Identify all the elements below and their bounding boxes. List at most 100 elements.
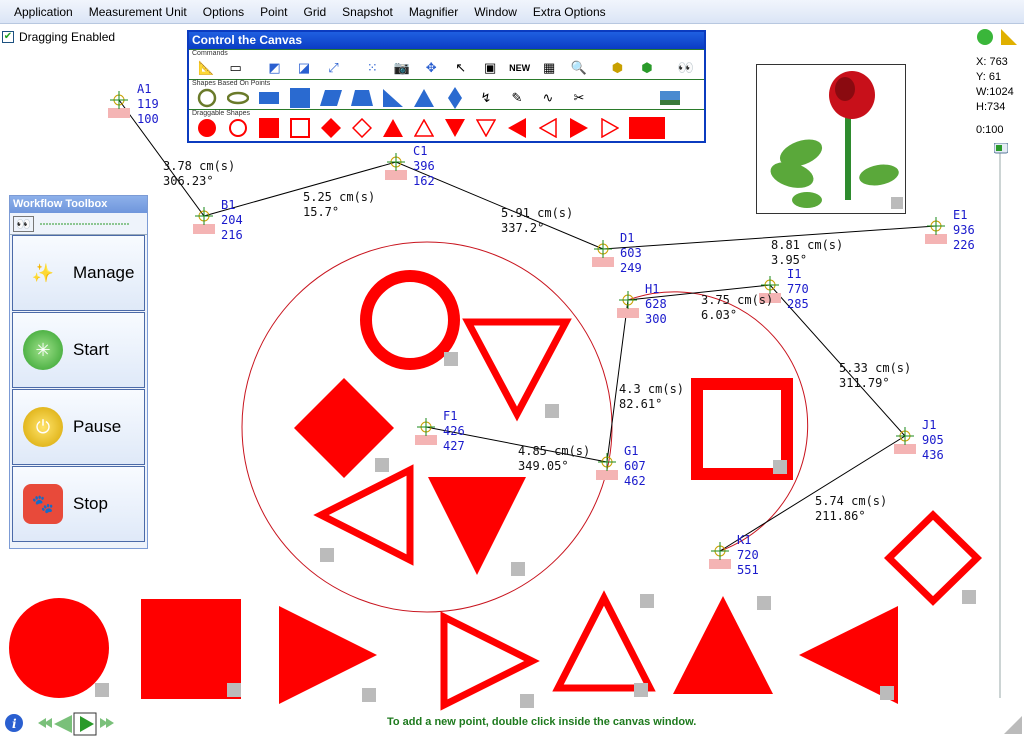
measurement-label: 3.78 cm(s) 306.23° — [163, 159, 236, 188]
filled-rectangle-icon[interactable] — [629, 117, 665, 139]
pause-button[interactable]: ⏻ Pause — [12, 389, 145, 465]
pointer-icon[interactable]: ↖ — [449, 57, 471, 79]
coord-x: X: 763 — [976, 56, 1008, 68]
filled-left-triangle-icon[interactable] — [505, 117, 529, 139]
measurement-label: 3.75 cm(s) 6.03° — [701, 293, 774, 322]
status-message: To add a new point, double click inside … — [387, 716, 697, 728]
polygon-tool-icon[interactable]: ✎ — [505, 87, 529, 109]
filled-circle[interactable] — [9, 598, 109, 698]
coordinates-readout: X: 763 Y: 61 W:1024 H:734 0:100 — [976, 55, 1014, 138]
playback-controls: i — [5, 712, 114, 736]
move-icon[interactable]: ✥ — [420, 57, 442, 79]
package-icon[interactable]: ⬢ — [606, 57, 628, 79]
zoom-slider[interactable] — [994, 143, 1008, 703]
add-point-icon[interactable]: 📐 — [195, 57, 217, 79]
up-triangle-outline[interactable] — [552, 590, 656, 692]
rose-image[interactable] — [756, 64, 906, 214]
filled-square-icon[interactable] — [257, 117, 281, 139]
left-triangle-outline[interactable] — [313, 464, 414, 566]
circle-tool-icon[interactable] — [195, 87, 219, 109]
grid-dots-icon[interactable]: ⁙ — [361, 57, 383, 79]
measurement-label: 8.81 cm(s) 3.95° — [771, 238, 844, 267]
measurement-label: 4.85 cm(s) 349.05° — [518, 444, 591, 473]
workflow-controls: 👀 — [10, 213, 147, 235]
point-label-j1: J1 905 436 — [922, 418, 944, 462]
square-tool-icon[interactable] — [288, 87, 312, 109]
stop-button[interactable]: 🐾 Stop — [12, 466, 145, 542]
measurement-label: 5.25 cm(s) 15.7° — [303, 190, 376, 219]
curve-tool-icon[interactable]: ∿ — [536, 87, 560, 109]
filled-up-triangle-icon[interactable] — [381, 117, 405, 139]
parallelogram-tool-icon[interactable] — [319, 87, 343, 109]
ring-icon[interactable] — [226, 117, 250, 139]
filled-down-triangle-icon[interactable] — [443, 117, 467, 139]
magnifier-icon[interactable]: 🔍 — [567, 57, 589, 79]
down-triangle-outline-icon[interactable] — [474, 117, 498, 139]
measurement-label: 5.91 cm(s) 337.2° — [501, 206, 574, 235]
rectangle-tool-icon[interactable] — [257, 87, 281, 109]
speed-slider[interactable] — [39, 219, 130, 229]
freeform-tool-icon[interactable]: ✂ — [567, 87, 591, 109]
kite-tool-icon[interactable] — [443, 87, 467, 109]
green-ball-icon[interactable] — [976, 28, 994, 46]
measurement-label: 5.33 cm(s) 311.79° — [839, 361, 912, 390]
manage-label: Manage — [73, 263, 135, 282]
control-canvas-panel: Control the Canvas Commands 📐 ▭ ◩ ◪ ⤢ ⁙ … — [187, 30, 706, 143]
zoom-fit-icon[interactable]: ◩ — [263, 57, 285, 79]
eyes-icon[interactable]: 👀 — [674, 57, 696, 79]
commands-row: 📐 ▭ ◩ ◪ ⤢ ⁙ 📷 ✥ ↖ ▣ NEW ▦ 🔍 ⬢ ⬢ 👀 — [189, 57, 704, 79]
package-add-icon[interactable]: ⬢ — [636, 57, 658, 79]
start-button[interactable]: ✳ Start — [12, 312, 145, 388]
up-triangle-outline-icon[interactable] — [412, 117, 436, 139]
polyline-tool-icon[interactable]: ↯ — [474, 87, 498, 109]
resize-grip-icon[interactable] — [1004, 716, 1022, 734]
left-triangle-outline-icon[interactable] — [536, 117, 560, 139]
arc-outline[interactable] — [627, 291, 809, 552]
right-triangle-tool-icon[interactable] — [381, 87, 405, 109]
filled-square[interactable] — [141, 599, 241, 699]
trapezoid-tool-icon[interactable] — [350, 87, 374, 109]
square-outline-icon[interactable] — [288, 117, 312, 139]
coord-y: Y: 61 — [976, 71, 1002, 83]
point-label-a1: A1 119 100 — [137, 82, 159, 126]
point-label-i1: I1 770 285 — [787, 267, 809, 311]
diamond-outline[interactable] — [883, 510, 983, 606]
expand-icon[interactable]: ⤢ — [322, 57, 344, 79]
ruler-icon[interactable]: ▭ — [224, 57, 246, 79]
diamond-outline-icon[interactable] — [350, 117, 374, 139]
back-icon[interactable] — [54, 715, 72, 733]
point-label-f1: F1 426 427 — [443, 409, 465, 453]
filled-right-triangle-icon[interactable] — [567, 117, 591, 139]
coord-h: H:734 — [976, 101, 1006, 113]
filled-diamond-icon[interactable] — [319, 117, 343, 139]
section-draggable: Draggable Shapes — [189, 109, 704, 117]
svg-text:i: i — [12, 717, 17, 731]
manage-button[interactable]: ✨ Manage — [12, 235, 145, 311]
camera-icon[interactable]: 📷 — [391, 57, 413, 79]
ellipse-tool-icon[interactable] — [226, 87, 250, 109]
down-triangle-outline[interactable] — [462, 318, 572, 422]
zoom-in-icon[interactable]: ◪ — [293, 57, 315, 79]
point-label-k1: K1 720 551 — [737, 533, 759, 577]
eyes-icon[interactable]: 👀 — [13, 215, 34, 232]
down-triangle-filled[interactable] — [428, 477, 526, 575]
right-triangle-outline-icon[interactable] — [598, 117, 622, 139]
triangle-tool-icon[interactable] — [412, 87, 436, 109]
measurement-label: 4.3 cm(s) 82.61° — [619, 382, 685, 411]
draggable-shapes-row — [189, 117, 704, 139]
select-icon[interactable]: ▣ — [479, 57, 501, 79]
up-triangle-filled[interactable] — [673, 596, 773, 694]
start-icon: ✳ — [23, 330, 63, 370]
right-triangle-outline[interactable] — [440, 611, 540, 711]
ring-shape[interactable] — [360, 270, 460, 370]
triangle-ruler-icon[interactable] — [1000, 28, 1018, 46]
section-commands: Commands — [189, 49, 704, 57]
point-label-h1: H1 628 300 — [645, 282, 667, 326]
image-tool-icon[interactable] — [658, 87, 682, 109]
magic-wand-icon: ✨ — [31, 262, 55, 283]
filled-circle-icon[interactable] — [195, 117, 219, 139]
start-label: Start — [73, 340, 109, 359]
grid-icon[interactable]: ▦ — [538, 57, 560, 79]
new-button[interactable]: NEW — [508, 57, 530, 79]
top-right-icons — [976, 28, 1018, 46]
